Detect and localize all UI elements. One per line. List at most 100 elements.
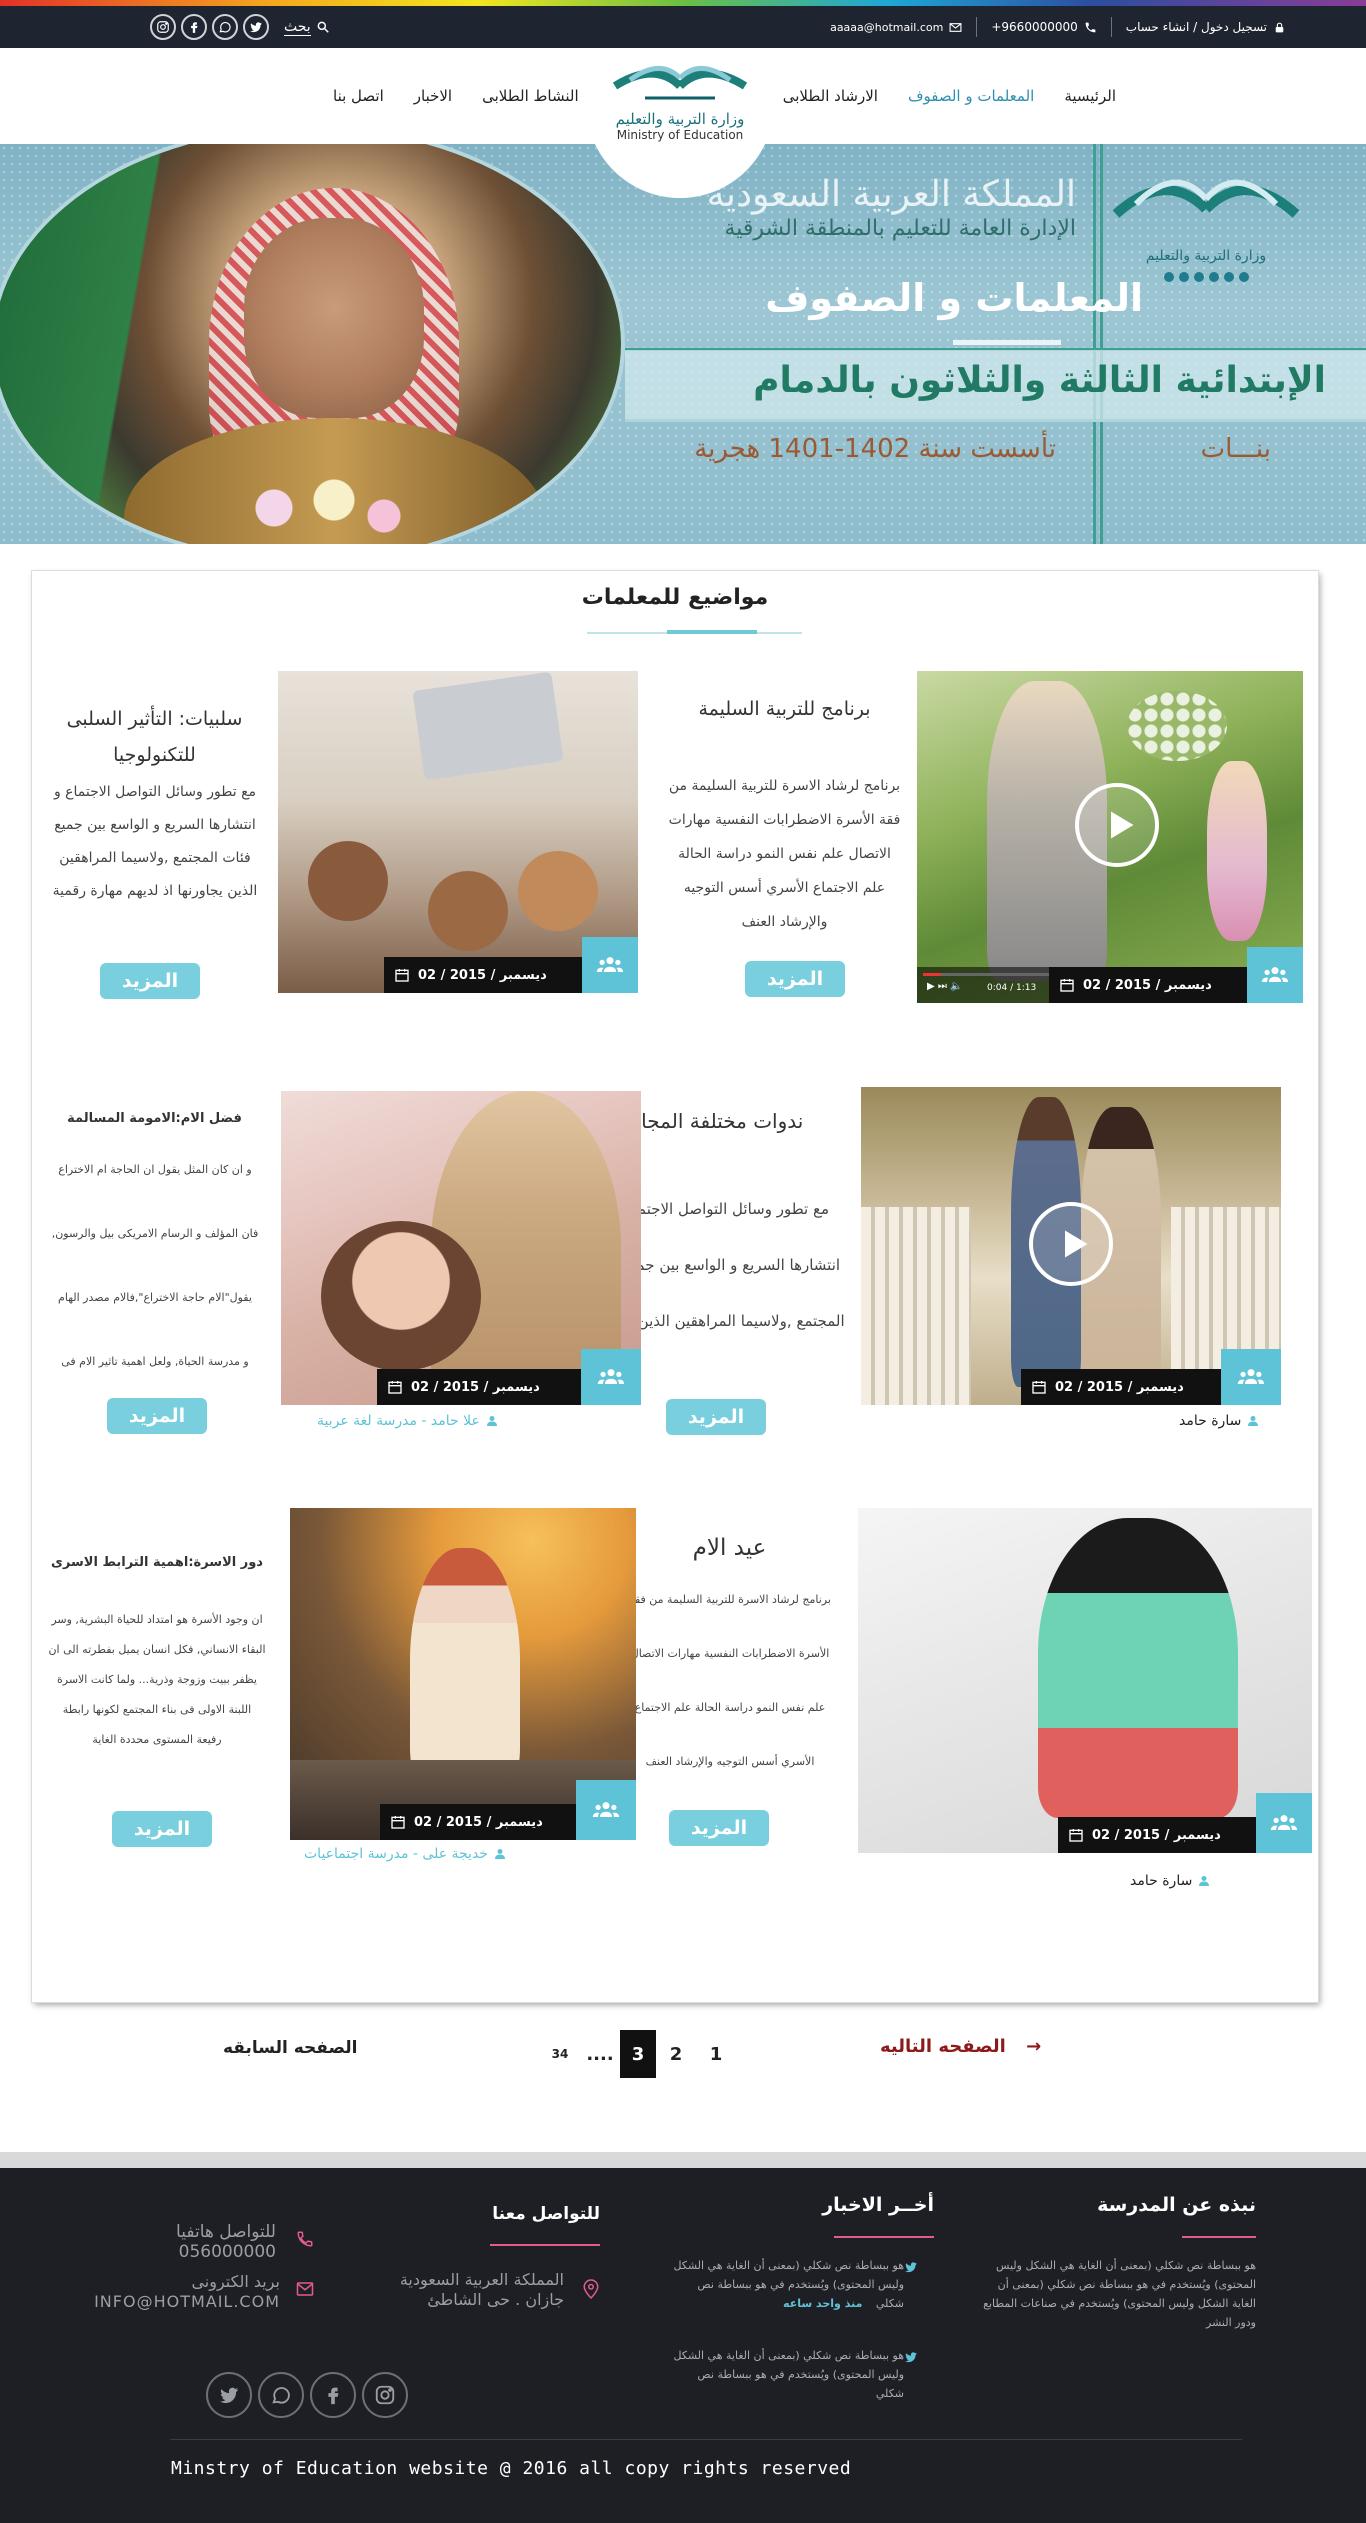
mail-icon <box>296 2282 314 2296</box>
users-icon <box>1270 1815 1298 1830</box>
page-link-1[interactable]: 1 <box>696 2030 736 2078</box>
instagram-icon[interactable] <box>362 2372 408 2418</box>
twitter-icon[interactable] <box>206 2372 252 2418</box>
post-title[interactable]: سلبيات: التأثير السلبى للتكنولوجيا <box>52 701 257 773</box>
phone-label: للتواصل هاتفيا <box>176 2222 276 2242</box>
users-badge[interactable] <box>581 1349 641 1405</box>
post-image[interactable]: 02 / ديسمبر / 2015 <box>278 671 638 993</box>
email-contact[interactable]: aaaaa@hotmail.com <box>830 21 962 34</box>
whatsapp-icon[interactable] <box>212 14 238 40</box>
nav-guidance[interactable]: الارشاد الطلابى <box>783 87 878 105</box>
news-item[interactable]: هو ببساطة نص شكلي (بمعنى أن الغاية هي ال… <box>668 2256 904 2313</box>
more-button[interactable]: المزيد <box>669 1810 769 1846</box>
post-image[interactable]: 0:04 / 1:13 ▶ ⏭ 🔈 02 / ديسمبر / 2015 <box>917 671 1303 1003</box>
post-image[interactable]: 02 / ديسمبر / 2015 <box>858 1508 1312 1853</box>
login-link[interactable]: تسجيل دخول / انشاء حساب <box>1126 20 1286 34</box>
hero-page-title: المعلمات و الصفوف <box>765 276 1143 320</box>
users-badge[interactable] <box>1221 1349 1281 1405</box>
video-play-button[interactable] <box>1029 1202 1113 1286</box>
more-button[interactable]: المزيد <box>745 961 845 997</box>
twitter-icon[interactable] <box>243 14 269 40</box>
post-image[interactable]: 02 / ديسمبر / 2015 <box>281 1091 641 1405</box>
image-figure <box>308 841 388 921</box>
email-contact[interactable]: بريد الكترونى INFO@HOTMAIL.COM <box>94 2272 280 2312</box>
users-icon <box>1261 967 1289 982</box>
nav-home[interactable]: الرئيسية <box>1064 87 1116 105</box>
phone-contact: +9660000000 <box>991 20 1096 34</box>
page-link-current[interactable]: 3 <box>620 2030 656 2078</box>
post-date-bar: 02 / ديسمبر / 2015 <box>380 1804 576 1840</box>
previous-page-link[interactable]: الصفحه السابقه <box>223 2038 358 2058</box>
email-text: aaaaa@hotmail.com <box>830 20 944 34</box>
post-image[interactable]: 02 / ديسمبر / 2015 <box>861 1087 1281 1405</box>
post-date-bar: 02 / ديسمبر / 2015 <box>1049 967 1247 1003</box>
users-badge[interactable] <box>1256 1793 1312 1853</box>
about-text: هو ببساطة نص شكلي (بمعنى أن الغاية هي ال… <box>983 2259 1256 2329</box>
facebook-icon[interactable] <box>310 2372 356 2418</box>
next-page-link[interactable]: → الصفحه التاليه <box>880 2036 1041 2057</box>
nav-activity[interactable]: النشاط الطلابى <box>482 87 579 105</box>
page-link-34[interactable]: 34 <box>540 2030 580 2078</box>
ministry-logo-icon <box>1112 179 1300 218</box>
main-nav: الرئيسية المعلمات و الصفوف الارشاد الطلا… <box>0 48 1366 198</box>
user-icon <box>494 1849 505 1859</box>
more-button[interactable]: المزيد <box>666 1399 766 1435</box>
footer-top-strip <box>0 2152 1366 2168</box>
post-author[interactable]: خديجة على - مدرسة اجتماعيات <box>304 1846 506 1862</box>
copyright: Minstry of Education website @ 2016 all … <box>171 2458 852 2479</box>
nav-contact[interactable]: اتصل بنا <box>333 87 384 105</box>
nav-news[interactable]: الاخبار <box>414 87 452 105</box>
post-author[interactable]: علا حامد - مدرسة لغة عربية <box>317 1413 498 1429</box>
post-date-bar: 02 / ديسمبر / 2015 <box>1058 1817 1256 1853</box>
ministry-logo-icon <box>612 66 748 100</box>
nav-teachers-classes[interactable]: المعلمات و الصفوف <box>908 87 1034 105</box>
post-date: 02 / ديسمبر / 2015 <box>1092 1827 1221 1843</box>
post-author[interactable]: سارة حامد <box>1179 1413 1259 1429</box>
kingdom-title: المملكة العربية السعودية <box>706 174 1076 215</box>
phone-contact[interactable]: للتواصل هاتفيا 056000000 <box>100 2222 276 2262</box>
news-text: هو ببساطة نص شكلي (بمعنى أن الغاية هي ال… <box>673 2349 904 2400</box>
news-time: منذ واحد ساعه <box>783 2297 863 2310</box>
calendar-icon <box>1069 1829 1083 1842</box>
login-label: تسجيل دخول / انشاء حساب <box>1125 20 1267 34</box>
calendar-icon <box>1032 1381 1046 1394</box>
post-title[interactable]: برنامج للتربية السليمة <box>662 698 907 720</box>
users-icon <box>592 1802 620 1817</box>
video-play-small-icon[interactable]: ▶ ⏭ 🔈 <box>927 981 963 992</box>
portrait-flowers <box>214 468 414 544</box>
post-body-line: يقول"الام حاجة الاختراع",فالام مصدر الها… <box>58 1291 252 1304</box>
users-badge[interactable] <box>576 1780 636 1840</box>
founded-text: تأسست سنة 1402-1401 هجرية <box>694 434 1056 464</box>
post-date: 02 / ديسمبر / 2015 <box>411 1379 540 1395</box>
post-image[interactable]: 02 / ديسمبر / 2015 <box>290 1508 636 1840</box>
divider <box>976 17 978 37</box>
instagram-icon[interactable] <box>150 14 176 40</box>
post-body-line: البقاء الانساني, فكل انسان يميل بفطرته ا… <box>48 1643 266 1656</box>
post-body: ان وجود الأسرة هو امتداد للحياة البشرية,… <box>37 1613 277 1763</box>
more-button[interactable]: المزيد <box>107 1398 207 1434</box>
search-control[interactable]: بحث <box>284 19 330 36</box>
more-button[interactable]: المزيد <box>100 963 200 999</box>
image-bridge <box>861 1207 971 1405</box>
calendar-icon <box>391 1816 405 1829</box>
facebook-icon[interactable] <box>181 14 207 40</box>
users-badge[interactable] <box>1247 947 1303 1003</box>
image-figure <box>928 1638 1098 1838</box>
phone-text: +9660000000 <box>991 20 1078 34</box>
post-title[interactable]: عيد الام <box>607 1535 852 1561</box>
user-icon <box>1248 1416 1259 1426</box>
arrow-right-icon: → <box>1026 2036 1042 2057</box>
users-badge[interactable] <box>582 937 638 993</box>
post-title[interactable]: دور الاسرة:اهمية الترابط الاسرى <box>42 1555 272 1570</box>
page-link-2[interactable]: 2 <box>656 2030 696 2078</box>
post-date: 02 / ديسمبر / 2015 <box>1055 1379 1184 1395</box>
news-item[interactable]: هو ببساطة نص شكلي (بمعنى أن الغاية هي ال… <box>668 2346 904 2403</box>
whatsapp-icon[interactable] <box>258 2372 304 2418</box>
directorate-title: الإدارة العامة للتعليم بالمنطقة الشرقية <box>724 216 1076 241</box>
post-title[interactable]: فضل الام:الامومة المسالمة <box>42 1111 267 1126</box>
more-button[interactable]: المزيد <box>112 1811 212 1847</box>
video-play-button[interactable] <box>1075 783 1159 867</box>
play-icon <box>1111 811 1134 839</box>
users-icon <box>1237 1369 1265 1384</box>
post-author[interactable]: سارة حامد <box>1130 1873 1210 1889</box>
